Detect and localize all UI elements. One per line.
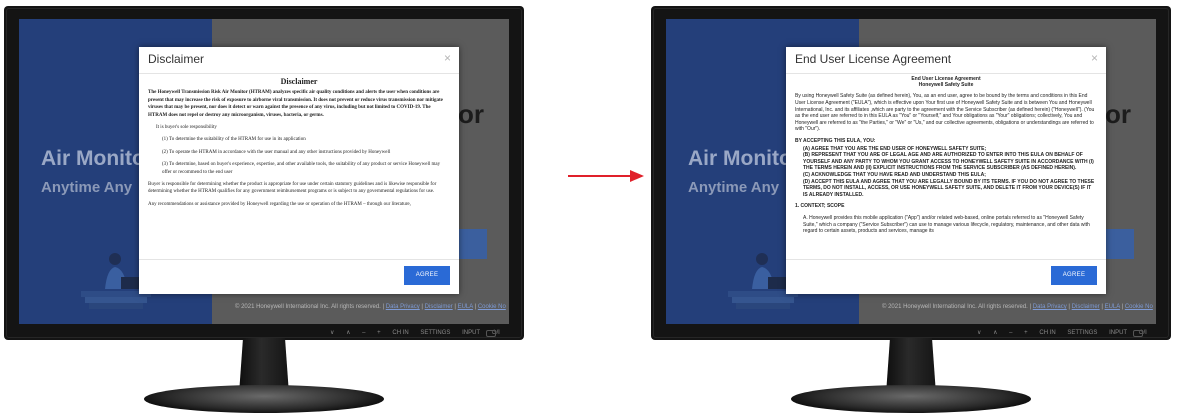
right-monitor: Air Monito Anytime Any or © 2021 Honeywe… [651, 0, 1171, 419]
monitor-screen: Air Monito Anytime Any or © 2021 Honeywe… [19, 19, 509, 324]
close-icon[interactable]: × [444, 51, 451, 65]
eula-accept-item: (C) ACKNOWLEDGE THAT YOU HAVE READ AND U… [803, 171, 986, 178]
monitor-screen: Air Monito Anytime Any or © 2021 Honeywe… [666, 19, 1156, 324]
control-down[interactable]: ∨ [330, 330, 334, 336]
footer-link-disclaimer[interactable]: Disclaimer [425, 304, 453, 310]
disclaimer-paragraph: It is buyer's sole responsibility [156, 125, 217, 131]
hero-subtitle: Anytime Any [688, 179, 780, 196]
hero-title: Air Monito [688, 147, 792, 170]
control-up[interactable]: ∧ [993, 330, 997, 336]
disclaimer-paragraph: The Honeywell Transmission Risk Air Moni… [148, 90, 443, 118]
monitor-base [144, 385, 384, 413]
disclaimer-heading: Disclaimer [280, 77, 318, 86]
divider [139, 259, 459, 260]
control-settings[interactable]: SETTINGS [1067, 330, 1097, 336]
eula-accept-item: (D) ACCEPT THIS EULA AND AGREE THAT YOU … [803, 178, 1095, 198]
monitor-bezel: Air Monito Anytime Any or © 2021 Honeywe… [4, 6, 524, 340]
eula-accept-item: (B) REPRESENT THAT YOU ARE OF LEGAL AGE … [803, 152, 1094, 172]
hero-title: Air Monito [41, 147, 145, 170]
monitor-bezel: Air Monito Anytime Any or © 2021 Honeywe… [651, 6, 1171, 340]
eula-heading-line2: Honeywell Safety Suite [918, 82, 974, 89]
dialog-title: End User License Agreement [795, 52, 952, 66]
background-button [457, 229, 487, 259]
monitor-base [791, 385, 1031, 413]
divider [786, 259, 1106, 260]
footer-link-eula[interactable]: EULA [1105, 304, 1120, 310]
control-minus[interactable]: – [362, 330, 365, 336]
control-ch-in[interactable]: CH IN [392, 330, 408, 336]
monitor-controls: ∨ ∧ – + CH IN SETTINGS INPUT ⏻/I [977, 329, 1157, 337]
footer-link-disclaimer[interactable]: Disclaimer [1072, 304, 1100, 310]
eula-intro: By using Honeywell Safety Suite (as defi… [795, 93, 1095, 133]
hero-subtitle: Anytime Any [41, 179, 133, 196]
power-led [1133, 330, 1143, 337]
page-footer: © 2021 Honeywell International Inc. All … [235, 304, 506, 310]
agree-button[interactable]: AGREE [404, 266, 450, 285]
disclaimer-paragraph: Any recommendations or assistance provid… [148, 201, 411, 207]
disclaimer-list-item: (1) To determine the suitability of the … [162, 137, 306, 143]
control-up[interactable]: ∧ [346, 330, 350, 336]
eula-dialog: End User License Agreement × End User Li… [786, 47, 1106, 294]
footer-copyright: © 2021 Honeywell International Inc. All … [235, 304, 385, 310]
background-button [1104, 229, 1134, 259]
eula-heading: End User License Agreement Honeywell Saf… [795, 76, 1097, 88]
heading-fragment: or [1105, 99, 1131, 129]
close-icon[interactable]: × [1091, 51, 1098, 65]
disclaimer-list-item: (2) To operate the HTRAM in accordance w… [162, 149, 391, 155]
eula-accept-item: (A) AGREE THAT YOU ARE THE END USER OF H… [803, 145, 987, 152]
control-input[interactable]: INPUT [1109, 330, 1127, 336]
control-plus[interactable]: + [377, 330, 381, 336]
dialog-title: Disclaimer [148, 52, 205, 66]
control-down[interactable]: ∨ [977, 330, 981, 336]
page-footer: © 2021 Honeywell International Inc. All … [882, 304, 1153, 310]
footer-link-data-privacy[interactable]: Data Privacy [386, 304, 420, 310]
footer-copyright: © 2021 Honeywell International Inc. All … [882, 304, 1032, 310]
eula-accept-heading: BY ACCEPTING THIS EULA, YOU: [795, 137, 876, 144]
footer-link-eula[interactable]: EULA [458, 304, 473, 310]
divider [786, 73, 1106, 74]
divider [139, 73, 459, 74]
control-ch-in[interactable]: CH IN [1039, 330, 1055, 336]
disclaimer-paragraph: Buyer is responsible for determining whe… [148, 182, 437, 195]
footer-link-cookie[interactable]: Cookie No [478, 304, 506, 310]
control-settings[interactable]: SETTINGS [420, 330, 450, 336]
control-minus[interactable]: – [1009, 330, 1012, 336]
eula-section-item: A. Honeywell provides this mobile applic… [803, 214, 1090, 235]
disclaimer-dialog: Disclaimer × Disclaimer The Honeywell Tr… [139, 47, 459, 294]
footer-link-data-privacy[interactable]: Data Privacy [1033, 304, 1067, 310]
left-monitor: Air Monito Anytime Any or © 2021 Honeywe… [4, 0, 524, 419]
dialog-body[interactable]: End User License Agreement Honeywell Saf… [795, 76, 1097, 256]
control-plus[interactable]: + [1024, 330, 1028, 336]
dialog-body[interactable]: Disclaimer The Honeywell Transmission Ri… [148, 76, 450, 256]
control-input[interactable]: INPUT [462, 330, 480, 336]
power-led [486, 330, 496, 337]
monitor-controls: ∨ ∧ – + CH IN SETTINGS INPUT ⏻/I [330, 329, 510, 337]
eula-section-heading: 1. CONTEXT; SCOPE [795, 203, 845, 210]
arrow-right-icon [568, 170, 644, 182]
agree-button[interactable]: AGREE [1051, 266, 1097, 285]
footer-link-cookie[interactable]: Cookie No [1125, 304, 1153, 310]
disclaimer-list-item: (3) To determine, based on buyer's exper… [162, 162, 441, 175]
heading-fragment: or [458, 99, 484, 129]
